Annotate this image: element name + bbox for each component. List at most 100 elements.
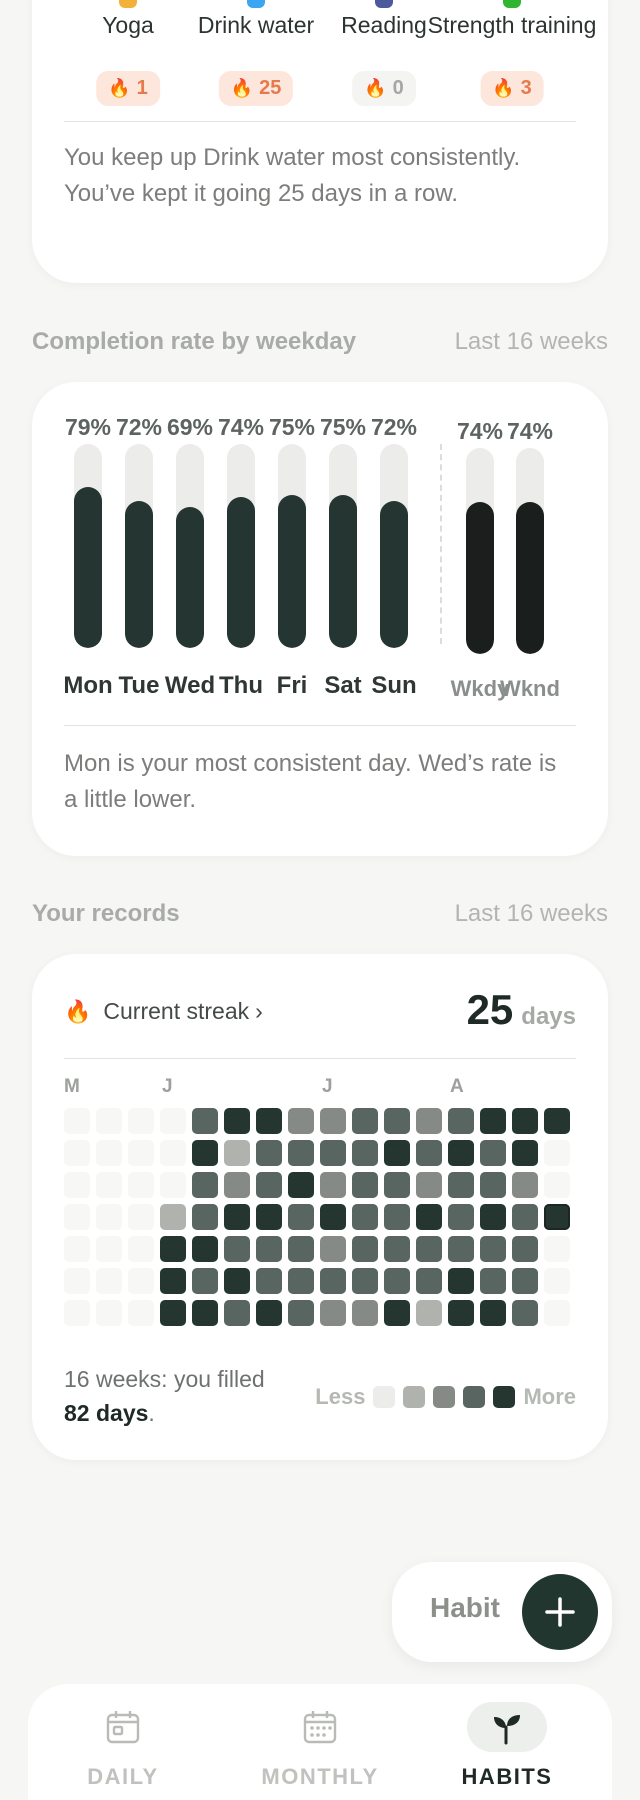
heatmap-cell <box>320 1236 346 1262</box>
habit-streak-item[interactable]: Strength training 🔥 3 <box>428 12 596 106</box>
bar <box>74 486 102 648</box>
heatmap-cell <box>480 1300 506 1326</box>
heatmap-cell <box>448 1236 474 1262</box>
heatmap-cell <box>448 1268 474 1294</box>
bar-track <box>74 444 102 648</box>
nav-habits[interactable]: HABITS <box>412 1684 602 1800</box>
heatmap-cell <box>192 1268 218 1294</box>
nav-monthly[interactable]: MONTHLY <box>225 1684 415 1800</box>
plus-icon[interactable] <box>522 1574 598 1650</box>
bar <box>176 507 204 648</box>
heatmap-cell <box>448 1300 474 1326</box>
streak-days-unit: days <box>521 1003 576 1030</box>
heatmap-cell <box>512 1300 538 1326</box>
legend-less: Less <box>315 1384 366 1409</box>
heatmap-cell <box>96 1140 122 1166</box>
heatmap-cell <box>416 1236 442 1262</box>
weekday-chart-card: 79% Mon 72% Tue 69% Wed 74% Thu 75% Fri 75% Sat 72% S… <box>32 382 608 856</box>
heatmap-cell <box>64 1236 90 1262</box>
divider <box>64 725 576 726</box>
streak-count: 25 <box>259 77 282 99</box>
heatmap-cell <box>224 1140 250 1166</box>
weekday-insight: Mon is your most consistent day. Wed’s r… <box>64 750 557 813</box>
heatmap-cell <box>192 1108 218 1134</box>
summary-suffix: . <box>148 1400 155 1426</box>
divider <box>64 121 576 122</box>
heatmap-cell <box>288 1140 314 1166</box>
streak-count: 0 <box>392 77 404 99</box>
bar-value-label: 74% <box>506 418 554 444</box>
heatmap-cell <box>544 1236 570 1262</box>
activity-heatmap <box>64 1108 576 1336</box>
bar-track <box>227 444 255 648</box>
streak-count: 1 <box>136 77 148 99</box>
heatmap-cell <box>96 1108 122 1134</box>
chevron-right-icon: › <box>255 998 263 1024</box>
legend-swatch <box>403 1386 426 1408</box>
heatmap-cell <box>192 1300 218 1326</box>
heatmap-cell <box>128 1108 154 1134</box>
section-range: Last 16 weeks <box>454 900 608 927</box>
book-icon <box>375 0 393 8</box>
heatmap-cell <box>128 1204 154 1230</box>
heatmap-cell <box>224 1204 250 1230</box>
heatmap-cell <box>448 1140 474 1166</box>
streak-badge: 🔥 3 <box>480 71 544 106</box>
habit-streak-item[interactable]: Reading 🔥 0 <box>341 12 427 106</box>
heatmap-cell <box>224 1268 250 1294</box>
heatmap-cell <box>480 1172 506 1198</box>
bar <box>227 497 255 648</box>
nav-label: HABITS <box>461 1764 553 1789</box>
heatmap-cell <box>96 1204 122 1230</box>
bar-category-label: Fri <box>276 672 308 699</box>
heatmap-cell <box>64 1140 90 1166</box>
month-label: A <box>450 1076 464 1097</box>
heatmap-cell <box>320 1140 346 1166</box>
heatmap-cell <box>224 1236 250 1262</box>
heatmap-cell <box>160 1268 186 1294</box>
month-label: J <box>162 1076 173 1097</box>
bar-value-label: 75% <box>319 414 367 440</box>
heatmap-cell <box>64 1108 90 1134</box>
heatmap-cell <box>512 1172 538 1198</box>
summary-insight: You keep up Drink water most consistentl… <box>64 144 521 207</box>
streak-badge: 🔥 0 <box>352 71 416 106</box>
heatmap-cell <box>256 1236 282 1262</box>
heatmap-cell <box>544 1204 570 1230</box>
summary-prefix: 16 weeks: you filled <box>64 1366 265 1392</box>
heatmap-cell <box>512 1236 538 1262</box>
habit-streak-item[interactable]: Drink water 🔥 25 <box>198 12 314 106</box>
heatmap-cell <box>160 1204 186 1230</box>
current-streak-link[interactable]: 🔥 Current streak › <box>64 998 263 1025</box>
heatmap-cell <box>128 1268 154 1294</box>
heatmap-cell <box>288 1236 314 1262</box>
heatmap-cell <box>352 1108 378 1134</box>
heatmap-cell <box>480 1236 506 1262</box>
streak-days-number: 25 <box>466 986 514 1033</box>
bar <box>380 501 408 648</box>
heatmap-cell <box>544 1140 570 1166</box>
bar-track <box>176 444 204 648</box>
heatmap-cell <box>352 1140 378 1166</box>
heatmap-cell <box>256 1172 282 1198</box>
heatmap-cell <box>352 1204 378 1230</box>
bar-category-label: Mon <box>63 672 113 699</box>
nav-daily[interactable]: DAILY <box>28 1684 218 1800</box>
heatmap-cell <box>352 1268 378 1294</box>
heatmap-cell <box>256 1108 282 1134</box>
heatmap-cell <box>512 1204 538 1230</box>
heatmap-cell <box>160 1108 186 1134</box>
flame-icon: 🔥 <box>230 78 254 98</box>
heatmap-cell <box>416 1108 442 1134</box>
heatmap-cell <box>544 1172 570 1198</box>
heatmap-cell <box>320 1204 346 1230</box>
heatmap-cell <box>384 1204 410 1230</box>
add-habit-button[interactable]: Habit <box>392 1562 612 1662</box>
heatmap-cell <box>352 1172 378 1198</box>
heatmap-legend: Less More <box>315 1384 576 1410</box>
heatmap-cell <box>256 1300 282 1326</box>
heatmap-cell <box>384 1172 410 1198</box>
bar-track <box>466 448 494 654</box>
nav-label: MONTHLY <box>261 1764 379 1789</box>
habit-streak-item[interactable]: Yoga 🔥 1 <box>96 12 160 106</box>
